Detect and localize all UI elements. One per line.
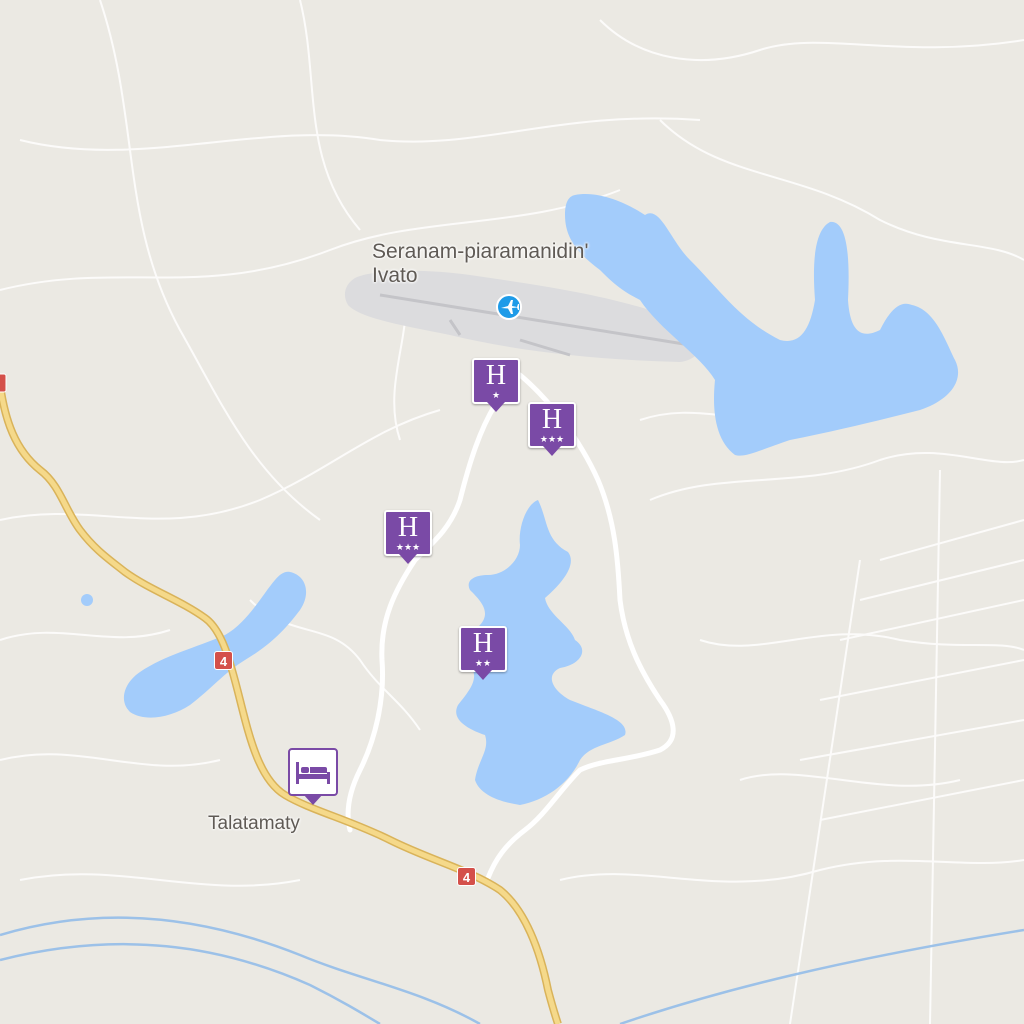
hotel-marker[interactable]: H ★ bbox=[472, 358, 520, 414]
hotel-stars: ★★★ bbox=[395, 542, 421, 552]
hotel-letter: H bbox=[472, 628, 494, 659]
hotel-letter: H bbox=[541, 404, 563, 435]
lodging-box bbox=[288, 748, 338, 796]
hotel-marker[interactable]: H ★★ bbox=[459, 626, 507, 682]
marker-pointer bbox=[543, 446, 561, 456]
pond bbox=[81, 594, 93, 606]
marker-pointer bbox=[399, 554, 417, 564]
minor-roads bbox=[0, 0, 1024, 1024]
airport-label-line1: Seranam-piaramanidin' bbox=[372, 240, 589, 263]
road-shield-4: 4 bbox=[457, 867, 476, 886]
rivers bbox=[0, 916, 1024, 1024]
airport-label[interactable]: Seranam-piaramanidin' Ivato bbox=[372, 240, 588, 288]
hotel-letter: H bbox=[485, 360, 507, 391]
map-canvas[interactable]: Seranam-piaramanidin' Ivato Talatamaty 4… bbox=[0, 0, 1024, 1024]
road-shield-4: 4 bbox=[214, 651, 233, 670]
hotel-icon: H ★ bbox=[472, 358, 520, 404]
marker-pointer bbox=[487, 402, 505, 412]
marker-pointer bbox=[303, 794, 323, 805]
hotel-icon: H ★★★ bbox=[528, 402, 576, 448]
hotel-stars: ★★★ bbox=[539, 434, 565, 444]
hotel-letter: H bbox=[397, 512, 419, 543]
airport-label-line2: Ivato bbox=[372, 264, 418, 287]
marker-pointer bbox=[474, 670, 492, 680]
hotel-icon: H ★★★ bbox=[384, 510, 432, 556]
lake-west bbox=[123, 571, 307, 718]
hotel-marker[interactable]: H ★★★ bbox=[528, 402, 576, 458]
lodging-marker[interactable] bbox=[288, 748, 338, 808]
hotel-stars: ★ bbox=[491, 390, 501, 400]
hotel-stars: ★★ bbox=[474, 658, 492, 668]
airplane-icon[interactable] bbox=[496, 294, 522, 320]
road-shield-partial bbox=[0, 373, 7, 393]
hotel-marker[interactable]: H ★★★ bbox=[384, 510, 432, 566]
hotel-icon: H ★★ bbox=[459, 626, 507, 672]
town-label[interactable]: Talatamaty bbox=[208, 812, 300, 836]
bed-icon bbox=[296, 762, 330, 784]
map-base-layer bbox=[0, 0, 1024, 1024]
